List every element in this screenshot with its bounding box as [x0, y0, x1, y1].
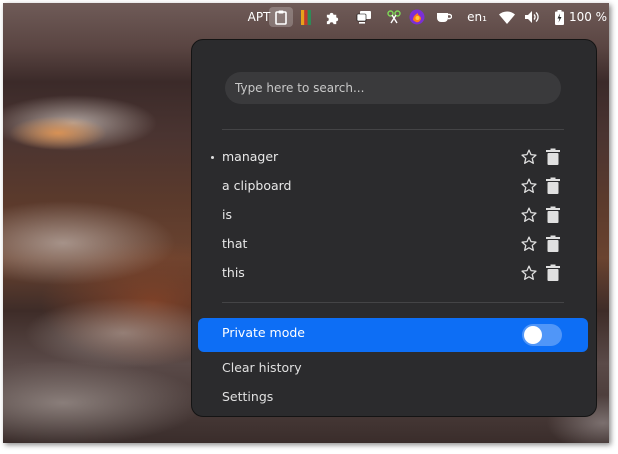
apt-indicator[interactable]: APT: [247, 7, 271, 27]
flag-indicator[interactable]: [299, 7, 313, 27]
battery-icon: [554, 9, 564, 25]
trash-icon[interactable]: [545, 235, 561, 253]
clipboard-indicator-button[interactable]: [269, 7, 293, 27]
coffee-cup-icon: [437, 12, 452, 22]
clipboard-icon: [275, 10, 287, 25]
volume-icon: [525, 11, 539, 23]
star-icon[interactable]: [520, 177, 538, 195]
puzzle-extension-icon: [326, 12, 338, 24]
extensions-indicator[interactable]: [323, 7, 341, 27]
flag-icon: [301, 9, 311, 25]
current-entry-dot-icon: [211, 156, 214, 159]
clipboard-entry-label: that: [222, 236, 248, 251]
settings-item[interactable]: Settings: [222, 389, 273, 404]
trash-icon[interactable]: [545, 206, 561, 224]
trash-icon[interactable]: [545, 264, 561, 282]
clipboard-entry[interactable]: manager: [192, 143, 596, 172]
clipboard-entry[interactable]: a clipboard: [192, 172, 596, 201]
clipboard-entry[interactable]: this: [192, 259, 596, 288]
wifi-icon: [499, 10, 515, 24]
firefox-indicator[interactable]: [408, 7, 426, 27]
trash-icon[interactable]: [545, 177, 561, 195]
separator: [222, 129, 564, 130]
clipboard-entry-label: this: [222, 265, 245, 280]
toggle-knob: [524, 326, 542, 344]
star-icon[interactable]: [520, 206, 538, 224]
wifi-indicator[interactable]: [498, 7, 516, 27]
battery-percent[interactable]: 100 %: [568, 7, 608, 27]
display-icon: [356, 11, 371, 24]
volume-indicator[interactable]: [523, 7, 541, 27]
star-icon[interactable]: [520, 235, 538, 253]
clipboard-entry[interactable]: is: [192, 201, 596, 230]
private-mode-toggle[interactable]: [522, 324, 562, 346]
caffeine-indicator[interactable]: [435, 7, 453, 27]
clear-history-item[interactable]: Clear history: [222, 360, 302, 375]
star-icon[interactable]: [520, 264, 538, 282]
display-indicator[interactable]: [355, 7, 373, 27]
top-panel: APT en₁ 100 %: [3, 3, 609, 31]
firefox-icon: [409, 9, 425, 25]
trash-icon[interactable]: [545, 148, 561, 166]
private-mode-label: Private mode: [222, 325, 306, 340]
clipboard-entry[interactable]: that: [192, 230, 596, 259]
keyboard-language-indicator[interactable]: en₁: [465, 7, 489, 27]
plant-icon: [387, 10, 401, 24]
clipboard-entry-label: manager: [222, 149, 279, 164]
screen: APT en₁ 100 % Type here to search... man…: [3, 3, 609, 443]
clipboard-popup: manager a clipboard is that this Private…: [191, 39, 597, 417]
plant-indicator[interactable]: [385, 7, 403, 27]
separator: [222, 302, 564, 303]
private-mode-row[interactable]: Private mode: [198, 318, 588, 352]
clipboard-entry-label: is: [222, 207, 232, 222]
clipboard-entry-label: a clipboard: [222, 178, 292, 193]
search-input[interactable]: [225, 72, 561, 104]
star-icon[interactable]: [520, 148, 538, 166]
battery-indicator[interactable]: [553, 7, 565, 27]
